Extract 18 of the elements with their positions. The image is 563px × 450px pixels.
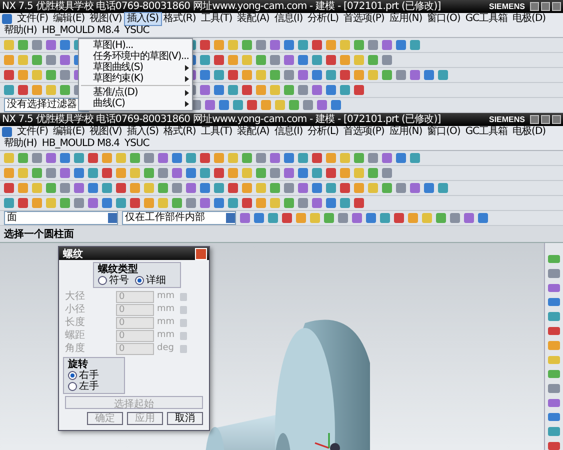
group-label: 旋转 [68,359,88,370]
field-label: 螺距 [65,330,86,341]
window-title: NX 7.5 优胜模具学校 电话0769-80031860 网址www.yong-cam.com - 建模 - [072101.prt (已修改)] [2,114,442,126]
status-text: 选择一个圆柱面 [4,229,74,240]
field-label: 小径 [65,304,86,315]
field-label: 大径 [65,291,86,302]
unit-label: mm [157,317,176,328]
unit-label: mm [157,304,176,315]
brand-label: SIEMENS [488,115,525,124]
field-label: 长度 [65,317,86,328]
window-title: NX 7.5 优胜模具学校 电话0769-80031860 网址www.yong-cam.com - 建模 - [072101.prt (已修改)] [2,0,442,12]
unit-label: mm [157,330,176,341]
brand-label: SIEMENS [488,2,525,11]
field-label: 角度 [65,343,86,354]
unit-label: deg [157,343,175,354]
unit-label: mm [157,291,176,302]
group-label: 螺纹类型 [98,264,138,275]
dialog-title: 螺纹 [63,248,83,260]
